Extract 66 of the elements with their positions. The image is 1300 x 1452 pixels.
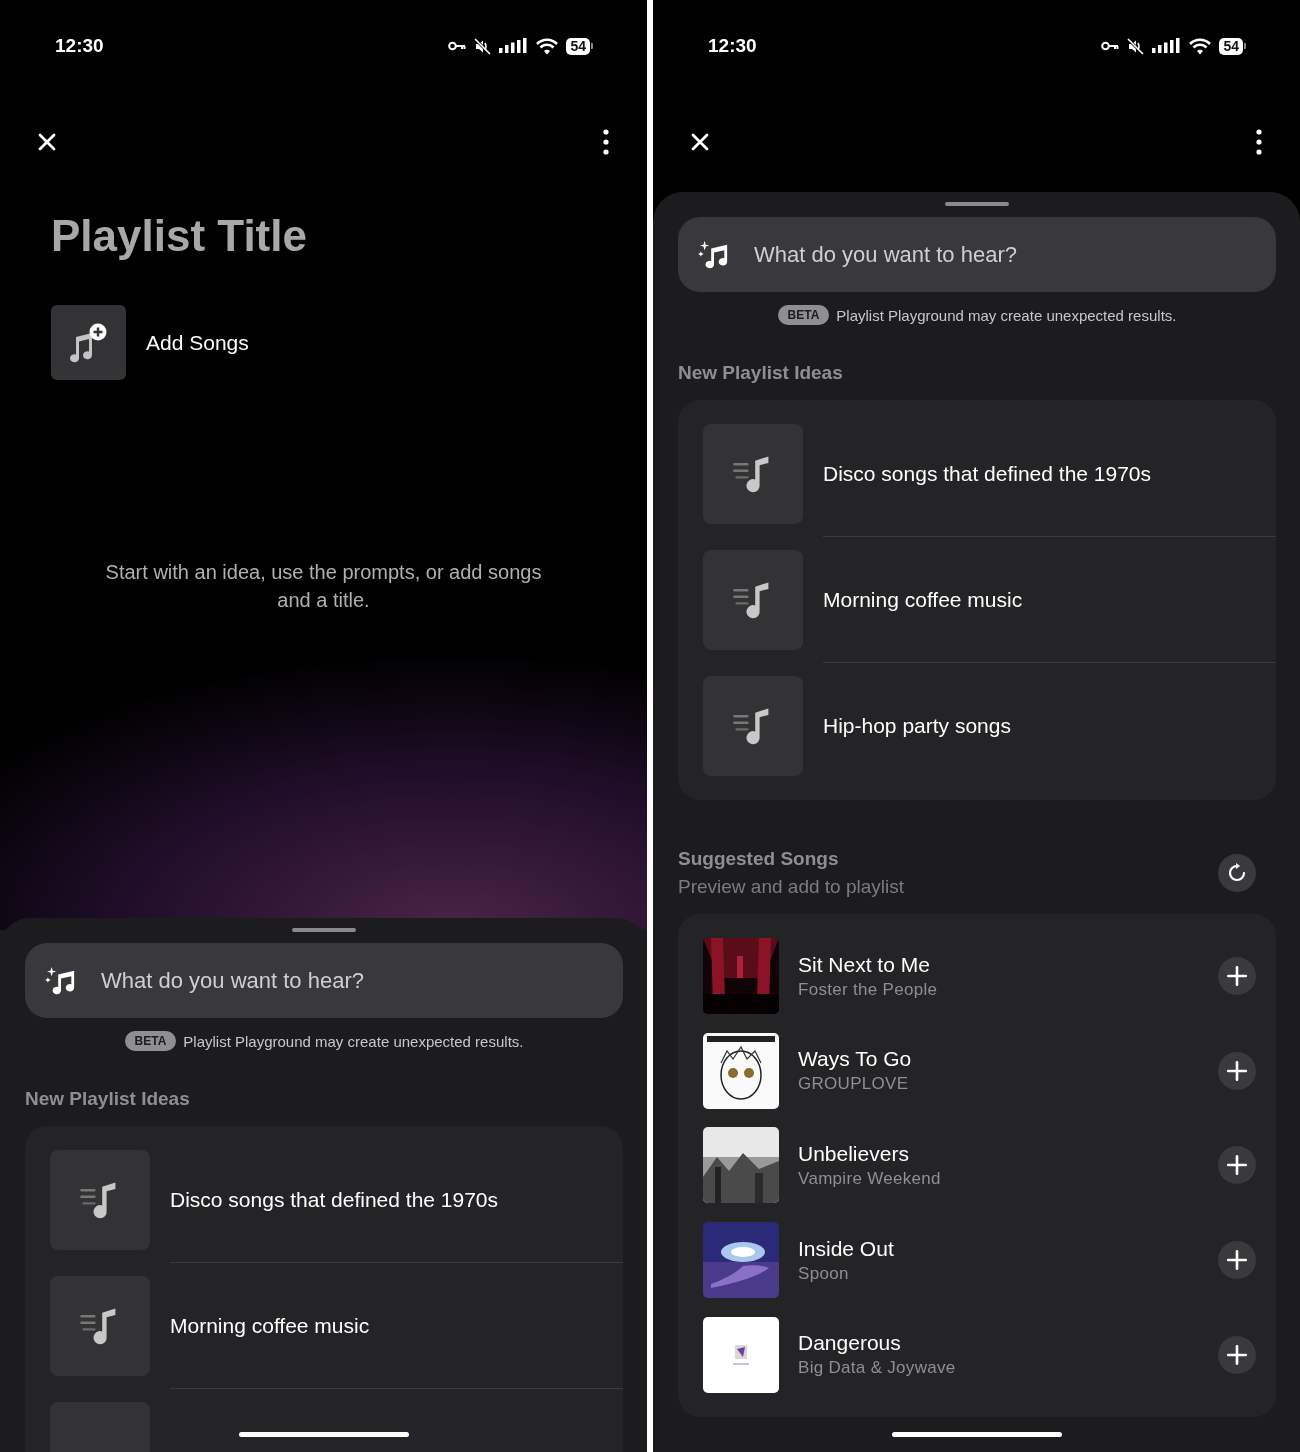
signal-icon (499, 38, 529, 54)
idea-title: Disco songs that defined the 1970s (170, 1187, 499, 1212)
refresh-button[interactable] (1218, 854, 1256, 892)
section-heading: Suggested Songs (678, 848, 840, 870)
plus-icon (1226, 1249, 1248, 1272)
status-time: 12:30 (708, 35, 757, 57)
more-icon (1256, 129, 1262, 155)
music-note-plus-icon (69, 322, 108, 363)
idea-title: Morning coffee music (823, 587, 1023, 612)
sheet-handle[interactable] (945, 202, 1009, 206)
beta-badge: BETA (124, 1031, 177, 1051)
search-field[interactable]: What do you want to hear? (25, 943, 623, 1018)
playlist-idea[interactable]: Morning coffee music (50, 1263, 623, 1389)
song-artist: Foster the People (798, 979, 939, 1000)
song-title: Unbelievers (798, 1142, 910, 1166)
plus-icon (1226, 1059, 1248, 1082)
song-title: Dangerous (798, 1331, 902, 1356)
close-icon (690, 132, 710, 152)
plus-icon (1226, 965, 1248, 988)
refresh-icon (1227, 863, 1247, 883)
playlist-idea[interactable]: Disco songs that defined the 1970s (703, 411, 1276, 537)
battery-percent: 54 (1223, 38, 1239, 54)
key-icon (448, 41, 467, 51)
wifi-icon (1189, 37, 1212, 55)
sparkle-music-icon (45, 965, 77, 995)
plus-icon (1226, 1343, 1248, 1366)
beta-note: Playlist Playground may create unexpected results. (183, 1032, 524, 1050)
add-button[interactable] (1218, 1146, 1256, 1185)
idea-title: Morning coffee music (170, 1313, 370, 1338)
song-artist: Spoon (798, 1263, 850, 1284)
add-button[interactable] (1218, 1241, 1256, 1280)
sparkle-music-icon (698, 239, 730, 269)
section-heading: New Playlist Ideas (678, 362, 844, 384)
idea-title: Disco songs that defined the 1970s (823, 461, 1152, 486)
add-button[interactable] (1218, 1051, 1256, 1090)
song-artist: GROUPLOVE (798, 1074, 910, 1095)
playlist-idea[interactable]: Hip-hop party songs (703, 663, 1276, 789)
add-button[interactable] (1218, 957, 1256, 996)
status-time: 12:30 (55, 35, 104, 57)
beta-badge: BETA (777, 305, 830, 325)
idea-title: Hip-hop party songs (823, 714, 1011, 738)
section-heading: New Playlist Ideas (25, 1088, 191, 1110)
sheet-handle[interactable] (292, 928, 356, 932)
song-title: Sit Next to Me (798, 952, 931, 977)
key-icon (1101, 41, 1120, 51)
add-songs-button[interactable]: Add Songs (51, 305, 249, 380)
search-field[interactable]: What do you want to hear? (678, 217, 1276, 292)
add-button[interactable] (1218, 1335, 1256, 1374)
section-subheading: Preview and add to playlist (678, 876, 904, 898)
song-artist: Big Data & Joywave (798, 1358, 957, 1379)
song-title: Inside Out (798, 1236, 895, 1261)
playlist-idea[interactable]: Disco songs that defined the 1970s (50, 1137, 623, 1263)
playlist-idea[interactable]: Morning coffee music (703, 537, 1276, 663)
song-artist: Vampire Weekend (798, 1169, 942, 1189)
playlist-title[interactable]: Playlist Title (51, 210, 647, 262)
signal-icon (1152, 38, 1182, 54)
more-icon (603, 129, 609, 155)
plus-icon (1226, 1154, 1248, 1177)
song-title: Ways To Go (798, 1047, 913, 1072)
close-icon (37, 132, 57, 152)
wifi-icon (536, 37, 559, 55)
mute-icon (474, 37, 492, 55)
battery-percent: 54 (570, 38, 586, 54)
mute-icon (1127, 37, 1145, 55)
hint-text: Start with an idea, use the prompts, or add songs and a title. (104, 560, 543, 613)
beta-note: Playlist Playground may create unexpected results. (836, 306, 1177, 324)
